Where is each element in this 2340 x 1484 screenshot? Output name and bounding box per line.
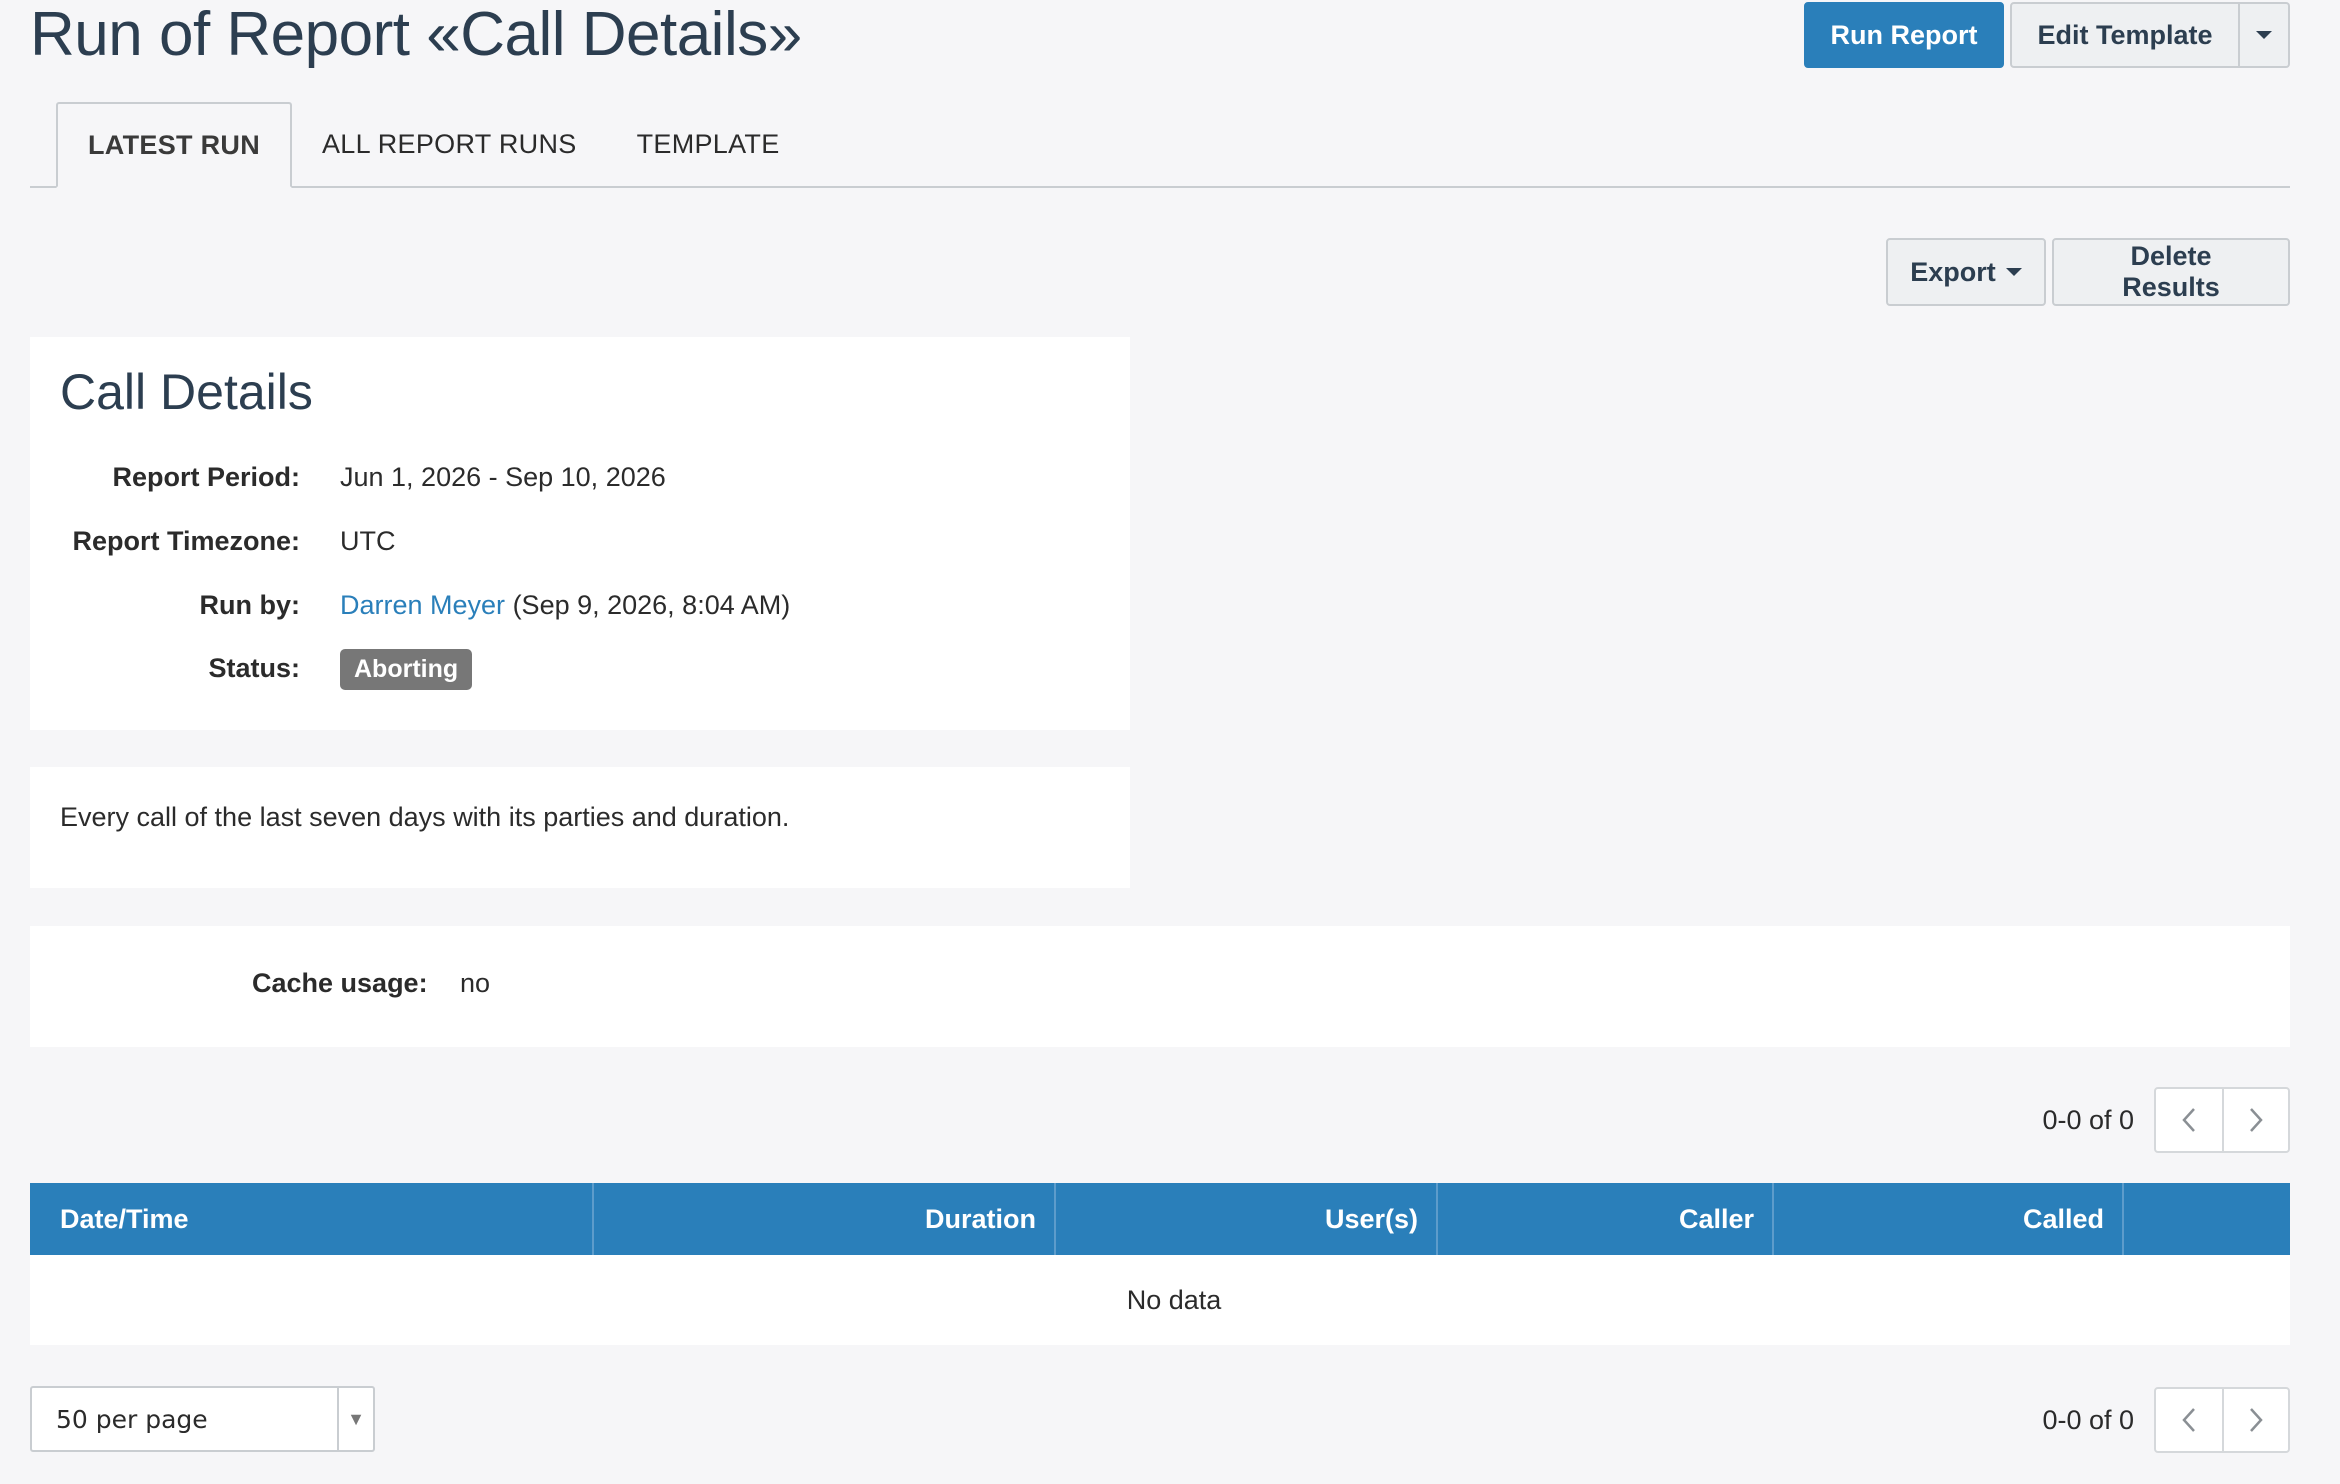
per-page-value: 50 per page (56, 1404, 208, 1434)
export-button[interactable]: Export (1886, 238, 2046, 306)
run-by-time: (Sep 9, 2026, 8:04 AM) (512, 590, 791, 620)
table-body: No data (30, 1255, 2290, 1345)
results-actions: Export Delete Results (1886, 238, 2290, 306)
edit-template-button[interactable]: Edit Template (2010, 2, 2240, 68)
chevron-right-icon (2250, 1108, 2263, 1132)
table-header: Date/Time Duration User(s) Caller Called (30, 1183, 2290, 1255)
edit-template-group: Edit Template (2010, 2, 2290, 68)
pagination-count: 0-0 of 0 (2042, 1404, 2134, 1435)
run-by-label: Run by: (199, 590, 301, 620)
pagination-nav (2154, 1087, 2290, 1153)
tab-template[interactable]: TEMPLATE (607, 102, 810, 186)
prev-page-button[interactable] (2156, 1089, 2222, 1151)
header-actions: Run Report Edit Template (1804, 2, 2290, 68)
tab-bar: LATEST RUN ALL REPORT RUNS TEMPLATE (30, 102, 2290, 188)
run-by-value: Darren Meyer (Sep 9, 2026, 8:04 AM) (340, 590, 790, 621)
prev-page-button[interactable] (2156, 1389, 2222, 1451)
report-run-page: Run of Report «Call Details» Run Report … (0, 0, 2340, 1484)
column-header-duration[interactable]: Duration (594, 1183, 1056, 1255)
chevron-down-icon (2256, 31, 2272, 39)
results-table: Date/Time Duration User(s) Caller Called… (30, 1183, 2290, 1345)
report-timezone-label: Report Timezone: (72, 526, 300, 556)
run-by-user-link[interactable]: Darren Meyer (340, 590, 505, 620)
run-by-row: Run by: Darren Meyer (Sep 9, 2026, 8:04 … (30, 580, 1130, 630)
next-page-button[interactable] (2222, 1389, 2288, 1451)
chevron-left-icon (2182, 1108, 2195, 1132)
per-page-select[interactable]: 50 per page ▼ (30, 1386, 375, 1452)
pagination-bottom: 0-0 of 0 (2042, 1387, 2290, 1453)
report-timezone-value: UTC (340, 526, 396, 556)
tab-all-report-runs[interactable]: ALL REPORT RUNS (292, 102, 607, 186)
report-period-value: Jun 1, 2026 - Sep 10, 2026 (340, 462, 666, 492)
status-value: Aborting (340, 649, 473, 694)
description-panel: Every call of the last seven days with i… (30, 767, 1130, 888)
details-heading: Call Details (60, 364, 313, 420)
cache-panel: Cache usage: no (30, 926, 2290, 1047)
report-description: Every call of the last seven days with i… (60, 802, 790, 832)
cache-usage-label: Cache usage: (252, 968, 428, 998)
report-period-row: Report Period: Jun 1, 2026 - Sep 10, 202… (30, 452, 1130, 502)
column-header-caller[interactable]: Caller (1438, 1183, 1774, 1255)
edit-template-dropdown-button[interactable] (2240, 2, 2290, 68)
cache-usage-value: no (460, 968, 491, 998)
chevron-left-icon (2182, 1408, 2195, 1432)
export-label: Export (1910, 256, 1996, 287)
report-period-label: Report Period: (112, 462, 300, 492)
run-report-button[interactable]: Run Report (1804, 2, 2004, 68)
page-title: Run of Report «Call Details» (30, 0, 802, 69)
status-row: Status: Aborting (30, 643, 1130, 693)
pagination-nav (2154, 1387, 2290, 1453)
details-panel: Call Details Report Period: Jun 1, 2026 … (30, 337, 1130, 730)
delete-results-button[interactable]: Delete Results (2052, 238, 2290, 306)
pagination-top: 0-0 of 0 (2042, 1087, 2290, 1153)
tab-latest-run[interactable]: LATEST RUN (56, 102, 292, 188)
column-header-date-time[interactable]: Date/Time (30, 1183, 594, 1255)
column-header-users[interactable]: User(s) (1056, 1183, 1438, 1255)
report-timezone-row: Report Timezone: UTC (30, 516, 1130, 566)
column-header-called[interactable]: Called (1774, 1183, 2124, 1255)
chevron-right-icon (2250, 1408, 2263, 1432)
caret-down-icon (2005, 268, 2022, 276)
empty-table-message: No data (1126, 1284, 1222, 1315)
status-badge: Aborting (340, 649, 473, 690)
status-label: Status: (208, 653, 300, 683)
dropdown-arrow-icon: ▼ (337, 1388, 373, 1450)
column-header-extra (2124, 1183, 2290, 1255)
pagination-count: 0-0 of 0 (2042, 1104, 2134, 1135)
next-page-button[interactable] (2222, 1089, 2288, 1151)
